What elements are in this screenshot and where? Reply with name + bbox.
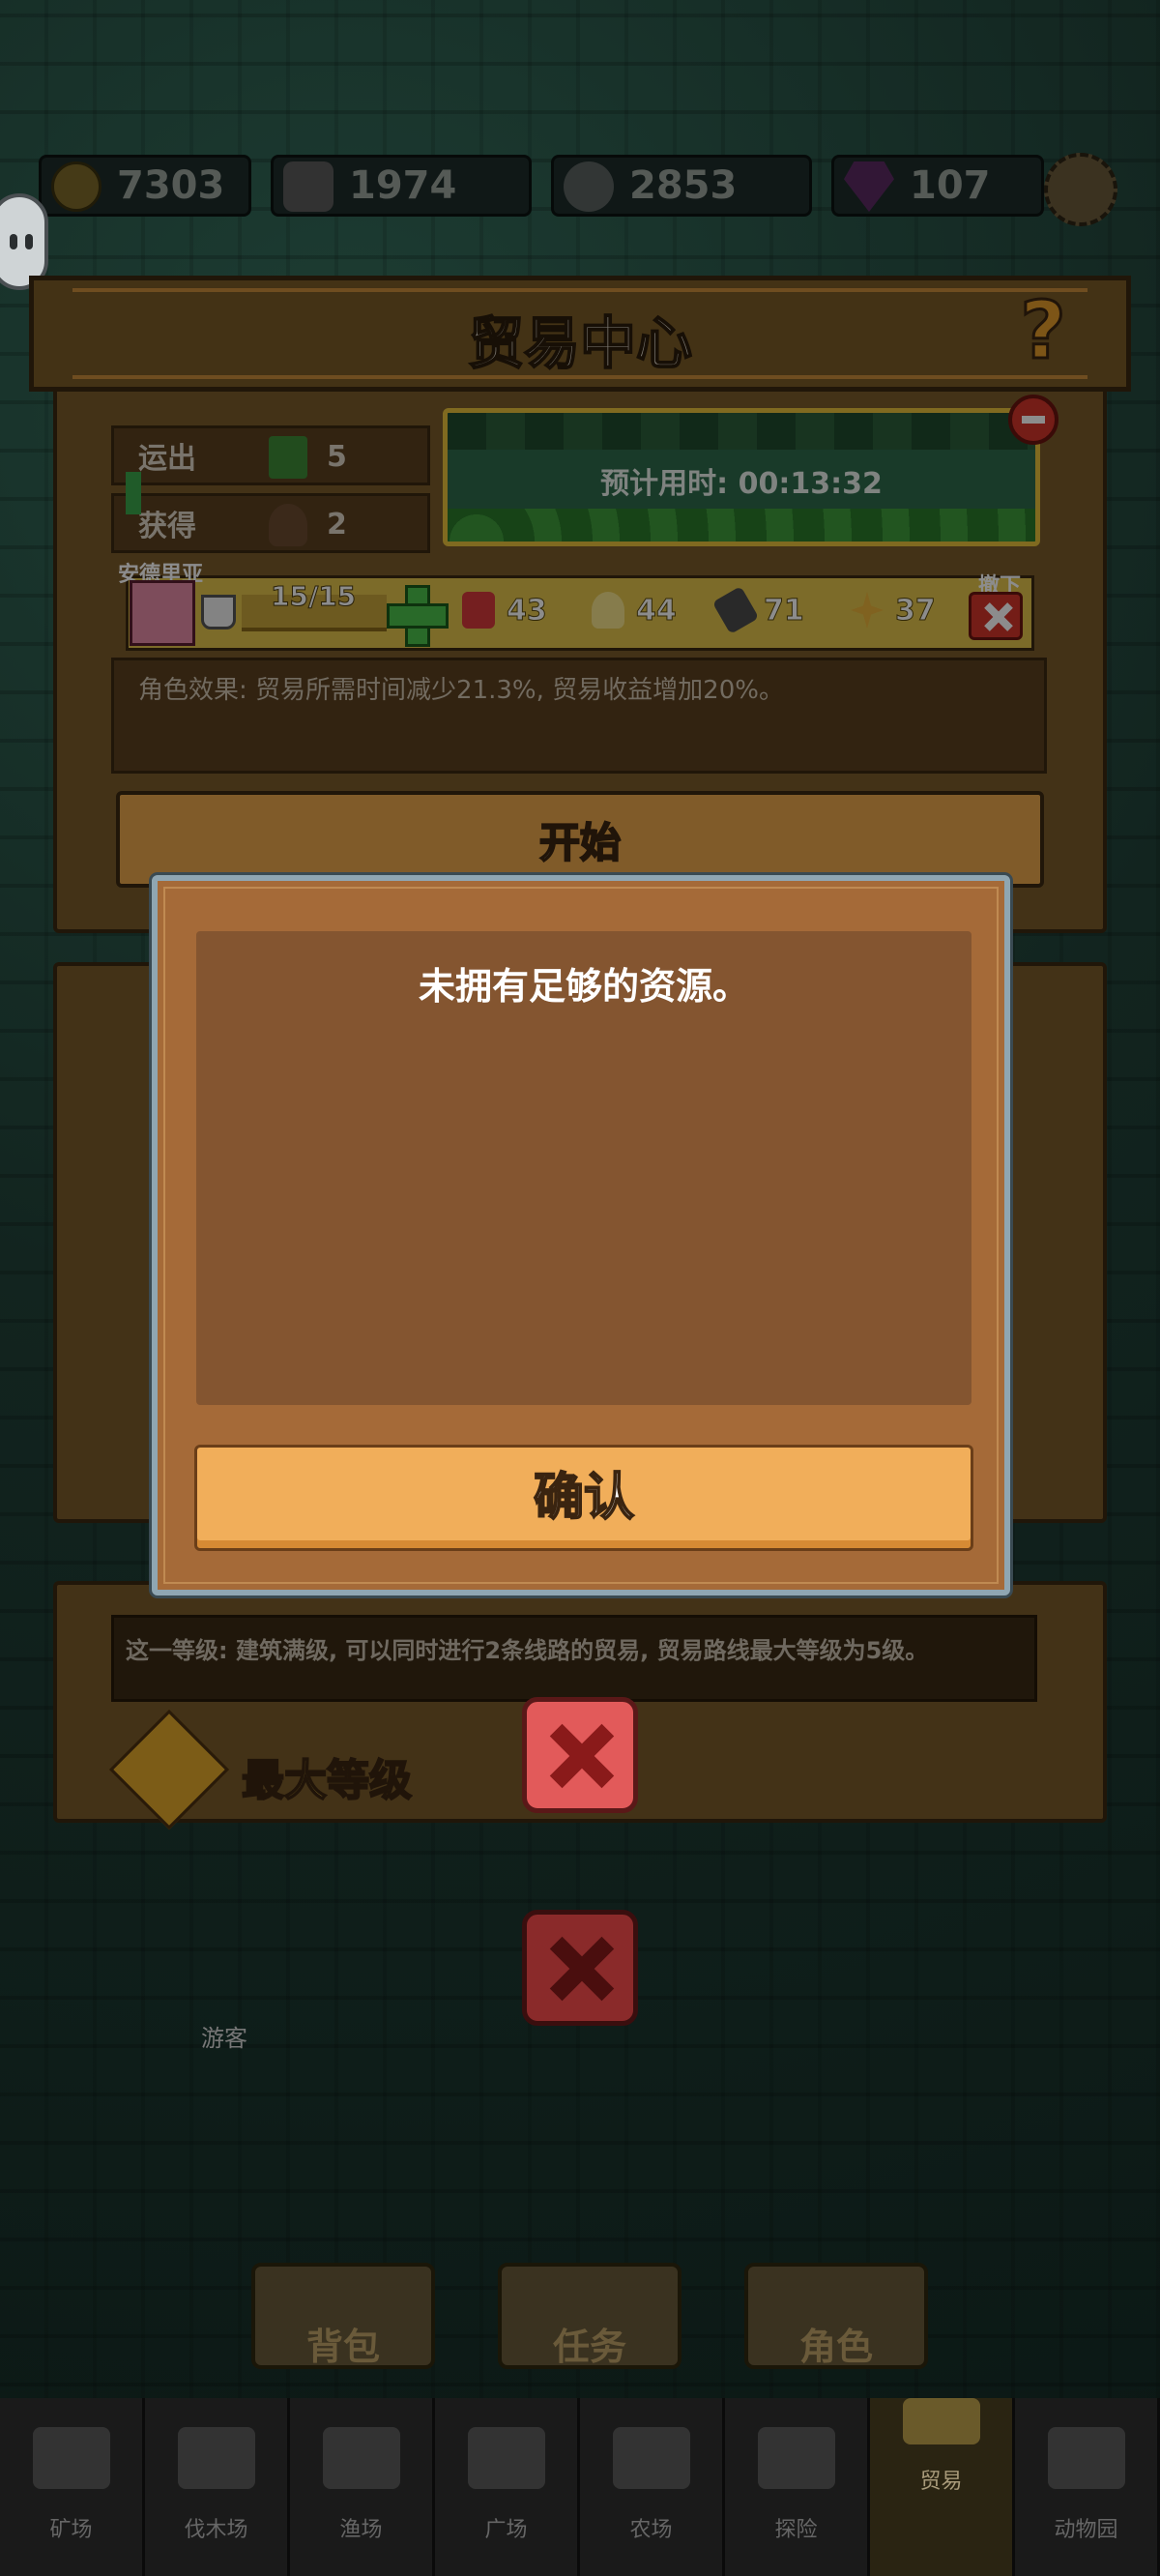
tab-explore[interactable]: 探险 [725, 2398, 870, 2576]
leaf-counter: 2853 [551, 155, 812, 217]
farm-icon [612, 2427, 690, 2489]
wood-icon [269, 504, 307, 546]
max-level-label: 最大等级 [241, 1755, 413, 1806]
tab-label: 广场 [484, 2518, 528, 2542]
tab-plaza[interactable]: 广场 [435, 2398, 580, 2576]
dialog-message: 未拥有足够的资源。 [418, 965, 749, 1008]
gain-count: 2 [327, 508, 347, 542]
tab-mine[interactable]: 矿场 [0, 2398, 145, 2576]
fish-icon [322, 2427, 400, 2489]
stat-craft: 71 [711, 586, 805, 634]
tab-label: 探险 [774, 2518, 818, 2542]
remove-route-icon[interactable] [1008, 395, 1058, 445]
bread-value: 1974 [349, 163, 457, 208]
map-label: 游客 [201, 2025, 247, 2052]
resource-bar: 7303 1974 2853 107 [39, 155, 1131, 224]
stat-value: 43 [507, 593, 548, 628]
trade-icon [902, 2398, 980, 2444]
plaza-icon [467, 2427, 545, 2489]
tab-label: 贸易 [919, 2470, 963, 2494]
swap-arrow-icon [126, 472, 141, 514]
cup-icon [201, 595, 236, 629]
characters-button[interactable]: 角色 [744, 2263, 928, 2369]
hammer-icon [711, 586, 760, 634]
help-icon[interactable]: ? [1014, 286, 1072, 376]
character-effect: 角色效果: 贸易所需时间减少21.3%, 贸易收益增加20%。 [111, 658, 1047, 774]
character-effect-text: 角色效果: 贸易所需时间减少21.3%, 贸易收益增加20%。 [138, 676, 784, 705]
leaf-icon [564, 161, 614, 212]
route-scene: 预计用时: 00:13:32 [443, 408, 1040, 546]
trade-title-bar: 贸易中心 ? [29, 276, 1131, 392]
alert-dialog: 未拥有足够的资源。 确认 [152, 875, 1010, 1595]
stamina-value: 15/15 [270, 580, 357, 613]
star-icon [851, 592, 884, 629]
tasks-button[interactable]: 任务 [498, 2263, 682, 2369]
explore-icon [757, 2427, 835, 2489]
confirm-button[interactable]: 确认 [194, 1445, 973, 1551]
export-row: 运出 5 [111, 425, 430, 485]
bottom-tab-bar: 矿场 伐木场 渔场 广场 农场 探险 贸易 动物园 [0, 2398, 1160, 2576]
stat-luck: 37 [851, 592, 936, 629]
tab-zoo[interactable]: 动物园 [1015, 2398, 1160, 2576]
stat-value: 37 [895, 593, 937, 628]
dialog-content: 未拥有足够的资源。 [196, 931, 972, 1405]
page-title: 贸易中心 [467, 309, 693, 377]
gain-label: 获得 [138, 510, 196, 543]
zoo-icon [1047, 2427, 1125, 2489]
export-count: 5 [327, 440, 347, 474]
gem-value: 107 [910, 163, 991, 208]
coin-icon [51, 161, 102, 212]
stat-value: 44 [636, 593, 678, 628]
lightbulb-icon [592, 592, 624, 629]
gain-row: 获得 2 [111, 493, 430, 553]
gem-counter: 107 [831, 155, 1044, 217]
tab-farm[interactable]: 农场 [580, 2398, 725, 2576]
stat-wisdom: 44 [592, 592, 677, 629]
close-button-secondary[interactable] [522, 1910, 638, 2026]
stat-value: 71 [764, 593, 805, 628]
backpack-button[interactable]: 背包 [251, 2263, 435, 2369]
estimated-time: 预计用时: 00:13:32 [600, 467, 883, 501]
book-icon [269, 436, 307, 479]
tab-label: 伐木场 [184, 2518, 248, 2542]
bread-icon [283, 161, 334, 212]
boxing-glove-icon [462, 592, 495, 629]
mid-menu: 背包 任务 角色 [251, 2263, 928, 2379]
gear-icon[interactable] [1044, 153, 1117, 226]
start-button[interactable]: 开始 [116, 791, 1044, 888]
trade-route: 运出 5 获得 2 [111, 425, 430, 556]
tab-label: 矿场 [49, 2518, 93, 2542]
tab-label: 渔场 [339, 2518, 383, 2542]
avatar[interactable] [130, 580, 195, 646]
tab-label: 农场 [629, 2518, 673, 2542]
stat-strength: 43 [462, 592, 547, 629]
tab-trade[interactable]: 贸易 [870, 2398, 1015, 2576]
tab-fishery[interactable]: 渔场 [290, 2398, 435, 2576]
gem-icon [844, 161, 894, 212]
gold-counter: 7303 [39, 155, 251, 217]
export-label: 运出 [138, 442, 196, 476]
mine-icon [32, 2427, 110, 2489]
tab-label: 动物园 [1054, 2518, 1118, 2542]
lumber-icon [177, 2427, 255, 2489]
plus-icon[interactable] [387, 585, 449, 647]
bread-counter: 1974 [271, 155, 532, 217]
close-button[interactable] [522, 1697, 638, 1813]
tab-lumber[interactable]: 伐木场 [145, 2398, 290, 2576]
unassign-button[interactable] [969, 592, 1023, 640]
leaf-value: 2853 [629, 163, 738, 208]
level-note: 这一等级: 建筑满级, 可以同时进行2条线路的贸易, 贸易路线最大等级为5级。 [111, 1615, 1037, 1702]
gold-value: 7303 [117, 163, 225, 208]
